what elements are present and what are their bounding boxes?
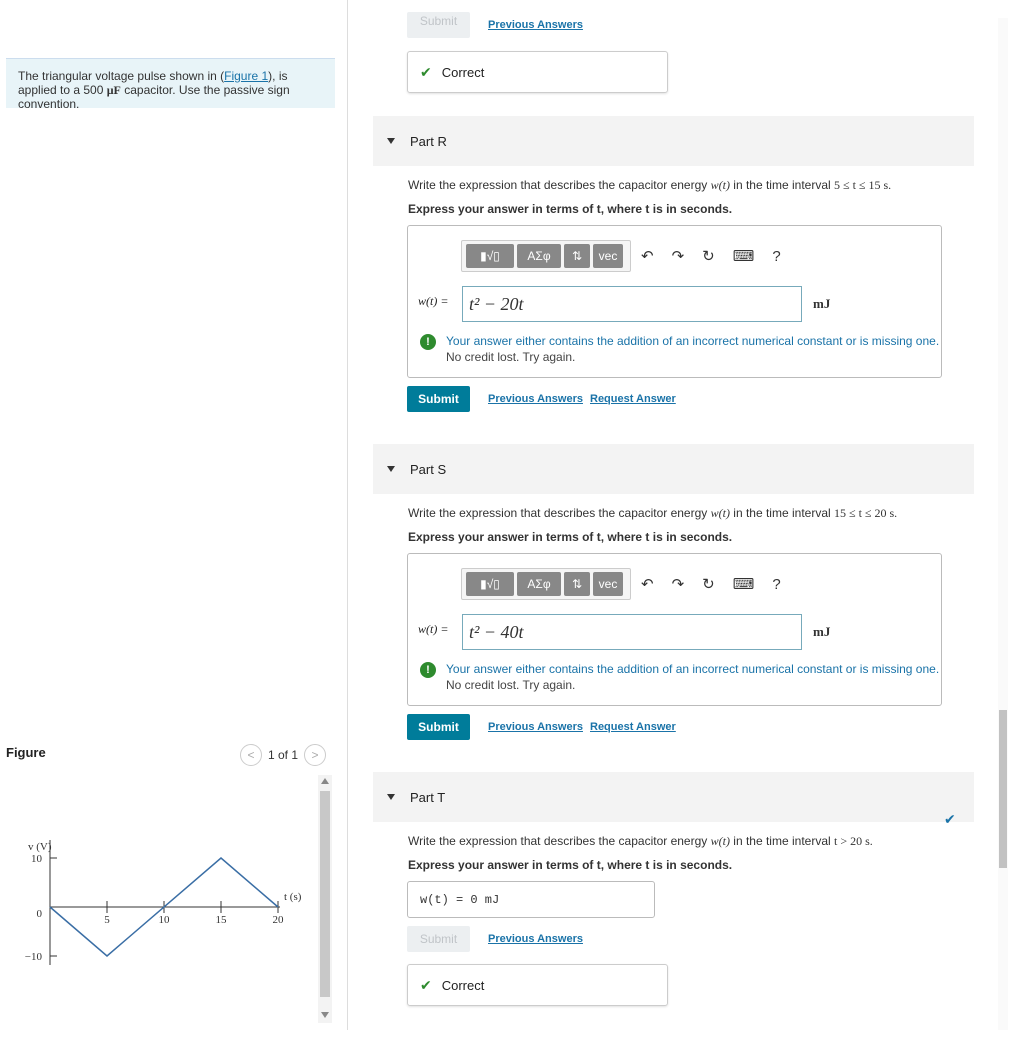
eq-label: w(t) = xyxy=(418,622,449,636)
part-r-title: Part R xyxy=(410,133,447,149)
correct-label: Correct xyxy=(441,64,485,80)
greek-button[interactable]: ΑΣφ xyxy=(517,572,561,596)
part-s-question: Write the expression that describes the … xyxy=(408,506,898,520)
next-figure-button[interactable]: > xyxy=(304,744,327,766)
part-t-previous-answers-link[interactable]: Previous Answers xyxy=(488,933,583,945)
keyboard-icon[interactable]: ⌨ xyxy=(733,575,755,593)
greek-button[interactable]: ΑΣφ xyxy=(517,244,561,268)
part-r-header[interactable]: Part R xyxy=(373,116,974,166)
part-t-answer-display: w(t) = 0 mJ xyxy=(407,881,655,918)
warning-icon: ! xyxy=(420,334,436,350)
undo-icon[interactable]: ↶ xyxy=(641,247,654,265)
x-tick-label: 15 xyxy=(216,914,228,926)
capacitance-unit: μF xyxy=(106,83,121,97)
figure-heading: Figure xyxy=(6,745,46,760)
figure-counter: 1 of 1 xyxy=(268,748,299,762)
part-s-title: Part S xyxy=(410,461,447,477)
warning-feedback: ! Your answer either contains the additi… xyxy=(420,334,939,364)
collapse-icon xyxy=(387,466,395,472)
answer-input[interactable]: t² − 40t xyxy=(462,614,802,650)
correct-label: Correct xyxy=(441,977,485,993)
problem-statement: The triangular voltage pulse shown in (F… xyxy=(6,58,335,111)
edit-tools: ↶ ↷ ↻ ⌨ ? xyxy=(641,575,781,594)
part-s-answer-box: ▮√▯ ΑΣφ ⇅ vec ↶ ↷ ↻ ⌨ ? w(t) = t² − 40t … xyxy=(407,553,942,706)
y-tick-label: 10 xyxy=(31,853,43,865)
y-tick-label: 0 xyxy=(37,908,43,920)
warning-subtext: No credit lost. Try again. xyxy=(446,678,576,692)
part-r-submit-button[interactable]: Submit xyxy=(407,386,470,412)
part-r-answer-box: ▮√▯ ΑΣφ ⇅ vec ↶ ↷ ↻ ⌨ ? w(t) = t² − 20t … xyxy=(407,225,942,378)
part-t-correct-feedback: ✔ Correct xyxy=(407,964,668,1006)
part-t-question: Write the expression that describes the … xyxy=(408,834,873,848)
undo-icon[interactable]: ↶ xyxy=(641,575,654,593)
correct-feedback-top: ✔ Correct xyxy=(407,51,668,93)
x-axis-label: t (s) xyxy=(284,891,302,903)
vec-button[interactable]: vec xyxy=(593,572,623,596)
page-scroll-thumb[interactable] xyxy=(999,710,1007,868)
reset-icon[interactable]: ↻ xyxy=(702,575,715,593)
answer-input[interactable]: t² − 20t xyxy=(462,286,802,322)
part-s-submit-button[interactable]: Submit xyxy=(407,714,470,740)
arrows-button[interactable]: ⇅ xyxy=(564,572,590,596)
warning-text: Your answer either contains the addition… xyxy=(446,662,940,676)
x-tick-label: 5 xyxy=(104,914,110,926)
part-r-previous-answers-link[interactable]: Previous Answers xyxy=(488,393,583,405)
unit-label: mJ xyxy=(813,296,831,311)
scroll-down-icon[interactable] xyxy=(321,1012,329,1018)
collapse-icon xyxy=(387,138,395,144)
part-r-instruction: Express your answer in terms of t, where… xyxy=(408,202,733,216)
warning-text: Your answer either contains the addition… xyxy=(446,334,940,348)
check-icon: ✔ xyxy=(420,63,432,80)
eq-label: w(t) = xyxy=(418,294,449,308)
figure-link[interactable]: Figure 1 xyxy=(224,69,268,83)
part-complete-check-icon: ✔ xyxy=(944,811,956,827)
x-tick-label: 20 xyxy=(273,914,285,926)
submit-button-top[interactable]: Submit xyxy=(407,12,470,38)
arrows-button[interactable]: ⇅ xyxy=(564,244,590,268)
x-tick-label: 10 xyxy=(159,914,171,926)
templates-button[interactable]: ▮√▯ xyxy=(466,244,514,268)
check-icon: ✔ xyxy=(420,976,432,993)
part-t-title: Part T xyxy=(410,789,446,805)
redo-icon[interactable]: ↷ xyxy=(672,575,685,593)
y-axis-label: v (V) xyxy=(28,841,52,853)
previous-answers-link-top[interactable]: Previous Answers xyxy=(488,19,583,31)
help-icon[interactable]: ? xyxy=(772,576,780,593)
problem-text: The triangular voltage pulse shown in ( xyxy=(18,69,225,83)
keyboard-icon[interactable]: ⌨ xyxy=(733,247,755,265)
unit-label: mJ xyxy=(813,624,831,639)
left-panel: The triangular voltage pulse shown in (F… xyxy=(0,0,347,1038)
redo-icon[interactable]: ↷ xyxy=(672,247,685,265)
scroll-thumb[interactable] xyxy=(320,791,330,997)
part-t-header[interactable]: Part T xyxy=(373,772,974,822)
vec-button[interactable]: vec xyxy=(593,244,623,268)
edit-tools: ↶ ↷ ↻ ⌨ ? xyxy=(641,247,781,266)
part-s-header[interactable]: Part S xyxy=(373,444,974,494)
help-icon[interactable]: ? xyxy=(772,248,780,265)
axis-ticks: 10 0 −10 5 10 15 20 xyxy=(25,853,284,963)
part-s-request-answer-link[interactable]: Request Answer xyxy=(590,721,676,733)
figure-nav: < 1 of 1 > xyxy=(240,744,327,766)
page-scrollbar[interactable] xyxy=(998,18,1008,1030)
warning-icon: ! xyxy=(420,662,436,678)
part-s-instruction: Express your answer in terms of t, where… xyxy=(408,530,733,544)
part-t-instruction: Express your answer in terms of t, where… xyxy=(408,858,733,872)
reset-icon[interactable]: ↻ xyxy=(702,247,715,265)
prev-figure-button[interactable]: < xyxy=(240,744,262,766)
figure-scrollbar[interactable] xyxy=(318,775,332,1023)
part-s-previous-answers-link[interactable]: Previous Answers xyxy=(488,721,583,733)
math-toolbar: ▮√▯ ΑΣφ ⇅ vec xyxy=(461,240,631,272)
math-toolbar: ▮√▯ ΑΣφ ⇅ vec xyxy=(461,568,631,600)
part-r-request-answer-link[interactable]: Request Answer xyxy=(590,393,676,405)
panel-divider xyxy=(347,0,348,1030)
part-r-question: Write the expression that describes the … xyxy=(408,178,892,192)
voltage-plot: v (V) t (s) 10 0 −10 5 10 15 20 xyxy=(25,840,302,965)
part-t-submit-button[interactable]: Submit xyxy=(407,926,470,952)
y-tick-label: −10 xyxy=(25,951,43,963)
warning-subtext: No credit lost. Try again. xyxy=(446,350,576,364)
collapse-icon xyxy=(387,794,395,800)
templates-button[interactable]: ▮√▯ xyxy=(466,572,514,596)
warning-feedback: ! Your answer either contains the additi… xyxy=(420,662,939,692)
scroll-up-icon[interactable] xyxy=(321,778,329,784)
